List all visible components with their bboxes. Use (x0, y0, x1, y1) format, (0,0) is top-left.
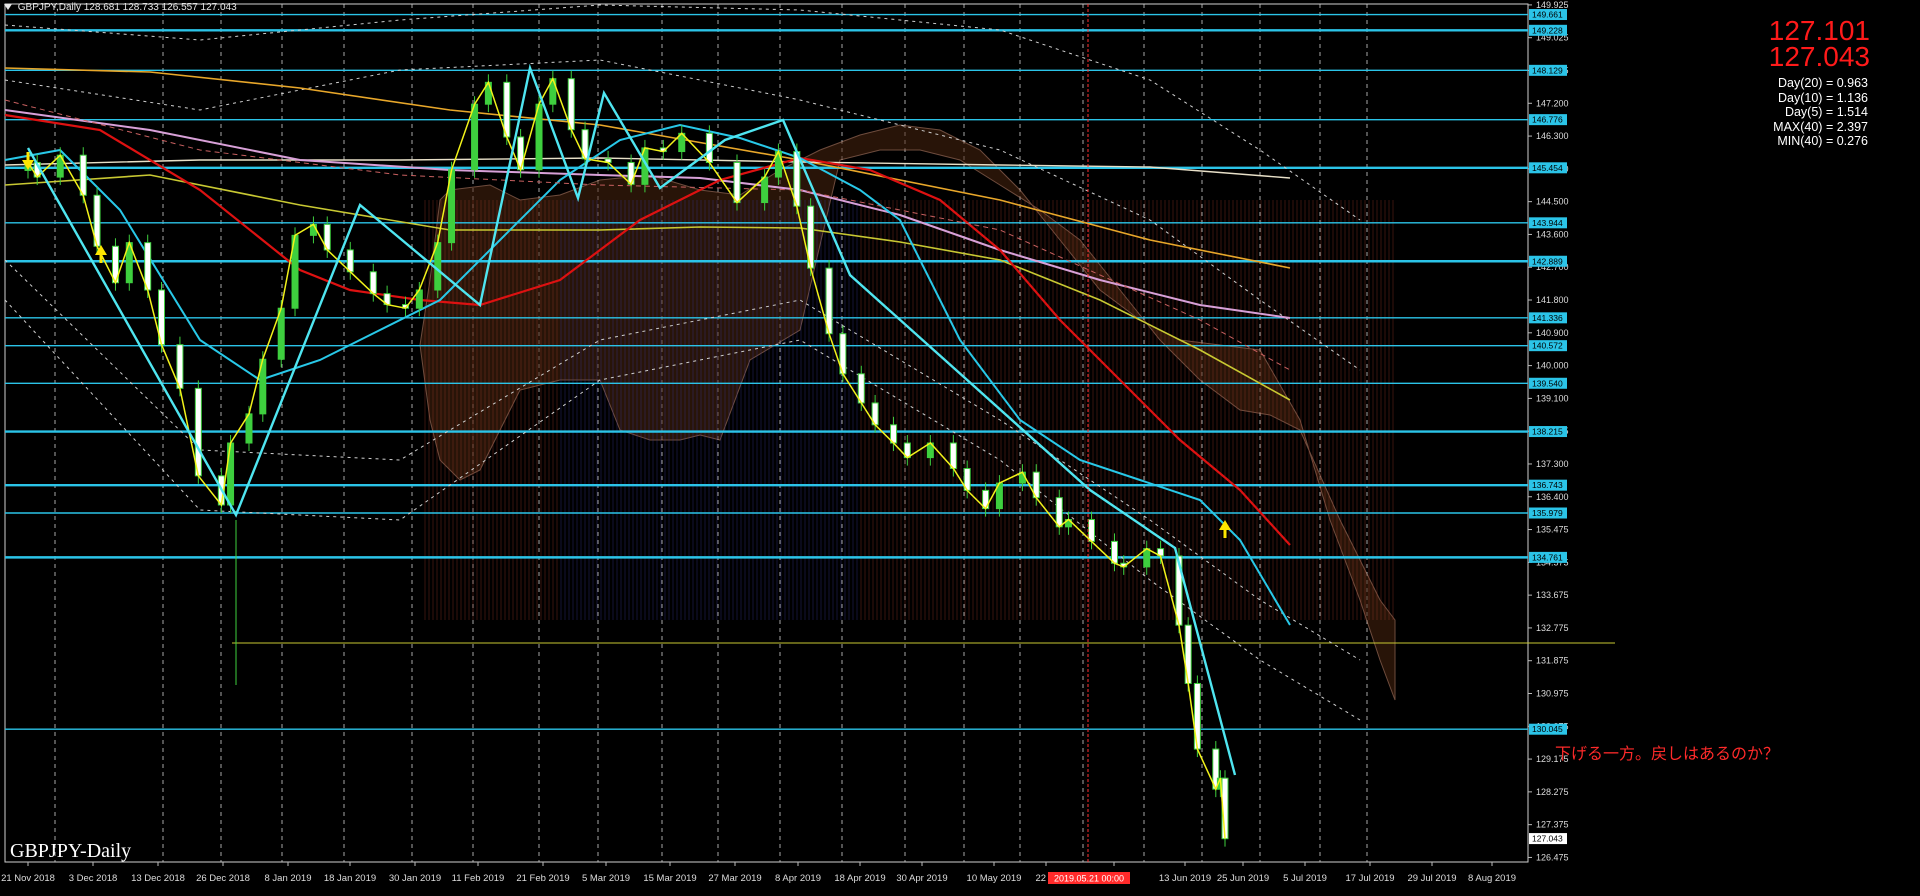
date-axis-label: 18 Apr 2019 (834, 873, 885, 884)
candle-body (1111, 540, 1119, 564)
indicator-min40: MIN(40) = 0.276 (1777, 134, 1868, 148)
buy-sell-arrow-icon (26, 152, 30, 160)
indicator-day20: Day(20) = 0.963 (1778, 76, 1868, 90)
price-axis-label: 140.900 (1536, 328, 1569, 338)
price-axis-label: 127.375 (1536, 820, 1569, 830)
date-axis-label: 25 Jun 2019 (1217, 873, 1269, 884)
candle-body (1087, 519, 1095, 542)
chart-header: GBPJPY,Daily 128.681 128.733 126.557 127… (4, 2, 237, 13)
level-price-label: 149.228 (1532, 25, 1563, 35)
symbol-title: GBPJPY,Daily (17, 2, 81, 13)
price-axis-label: 147.200 (1536, 98, 1569, 108)
level-price-label: 138.215 (1532, 427, 1563, 437)
level-price-label: 127.043 (1532, 834, 1563, 844)
date-axis-label: 29 Jul 2019 (1407, 873, 1456, 884)
candle-body (346, 249, 354, 273)
price-axis-label: 132.775 (1536, 623, 1569, 633)
price-axis-label: 126.475 (1536, 852, 1569, 862)
candle-body (761, 176, 769, 204)
date-axis-label: 27 Mar 2019 (708, 873, 761, 884)
date-axis-label: 15 Mar 2019 (643, 873, 696, 884)
price-axis-label: 140.000 (1536, 361, 1569, 371)
candle-body (733, 161, 741, 204)
dropdown-triangle-icon[interactable] (4, 4, 12, 11)
level-price-label: 142.889 (1532, 256, 1563, 266)
candle-body (1143, 548, 1151, 568)
chart-annotation-text: 下げる一方。戻しはあるのか？ (1555, 744, 1780, 763)
level-price-label: 139.540 (1532, 378, 1563, 388)
level-price-label: 135.979 (1532, 508, 1563, 518)
price-axis-label: 146.300 (1536, 131, 1569, 141)
level-price-label: 149.661 (1532, 10, 1563, 20)
level-price-label: 148.129 (1532, 65, 1563, 75)
date-axis-label: 13 Dec 2018 (131, 873, 185, 884)
date-axis-label: 21 Nov 2018 (1, 873, 55, 884)
level-price-label: 134.761 (1532, 552, 1563, 562)
indicator-day10: Day(10) = 1.136 (1778, 90, 1868, 105)
chart-watermark: GBPJPY-Daily (10, 840, 132, 862)
candle-body (471, 103, 479, 171)
date-axis-label: 11 Feb 2019 (452, 873, 505, 884)
price-axis-label: 131.875 (1536, 656, 1569, 666)
date-axis-label: 30 Apr 2019 (896, 873, 947, 884)
level-price-label: 140.572 (1532, 341, 1563, 351)
candle-body (1055, 497, 1063, 528)
level-price-label: 136.743 (1532, 480, 1563, 490)
price-axis-label: 135.475 (1536, 525, 1569, 535)
price-axis-label: 144.500 (1536, 197, 1569, 207)
indicator-panel: Day(20) = 0.963 Day(10) = 1.136 Day(5) =… (1773, 76, 1868, 149)
indicator-max40: MAX(40) = 2.397 (1773, 119, 1868, 134)
candle-body (949, 442, 957, 470)
date-axis-label: 13 Jun 2019 (1159, 873, 1211, 884)
date-axis-label: 21 Feb 2019 (516, 873, 569, 884)
price-axis-label: 133.675 (1536, 590, 1569, 600)
candle-body (79, 154, 87, 196)
level-price-label: 130.045 (1532, 724, 1563, 734)
date-axis-label: 10 May 2019 (967, 873, 1022, 884)
date-axis-label: 5 Jul 2019 (1283, 873, 1327, 884)
price-axis-label: 141.800 (1536, 295, 1569, 305)
candle-body (369, 271, 377, 295)
indicator-day5: Day(5) = 1.514 (1784, 105, 1868, 119)
plot-frame (4, 3, 1529, 863)
level-price-label: 145.454 (1532, 163, 1563, 173)
date-axis-label: 8 Jan 2019 (264, 873, 311, 884)
price-axis-label: 139.100 (1536, 393, 1569, 403)
date-axis-label: 8 Aug 2019 (1468, 873, 1516, 884)
date-axis-label: 5 Mar 2019 (582, 873, 630, 884)
price-axis-label: 136.400 (1536, 492, 1569, 502)
ohlc-values: 128.681 128.733 126.557 127.043 (83, 2, 237, 13)
price-axis-label: 137.300 (1536, 459, 1569, 469)
date-axis-label: 3 Dec 2018 (69, 873, 118, 884)
price-axis-label: 130.975 (1536, 688, 1569, 698)
level-price-label: 141.336 (1532, 313, 1563, 323)
bid-price: 127.043 (1768, 41, 1870, 72)
date-axis-label: 26 Dec 2018 (196, 873, 250, 884)
date-axis-label: 8 Apr 2019 (775, 873, 821, 884)
level-price-label: 146.776 (1532, 115, 1563, 125)
price-axis-label: 128.275 (1536, 787, 1569, 797)
candle-body (627, 161, 635, 185)
level-price-label: 143.944 (1532, 218, 1563, 228)
candle-body (705, 132, 713, 163)
buy-sell-arrow-icon (99, 255, 103, 263)
price-axis-label: 149.925 (1536, 0, 1569, 10)
date-axis-label: 30 Jan 2019 (389, 873, 441, 884)
buy-sell-arrow-icon (1223, 530, 1227, 538)
date-axis-label: 18 Jan 2019 (324, 873, 376, 884)
price-axis-label: 143.600 (1536, 229, 1569, 239)
date-axis-label: 17 Jul 2019 (1345, 873, 1394, 884)
crosshair-date-label: 2019.05.21 00:00 (1054, 874, 1124, 884)
